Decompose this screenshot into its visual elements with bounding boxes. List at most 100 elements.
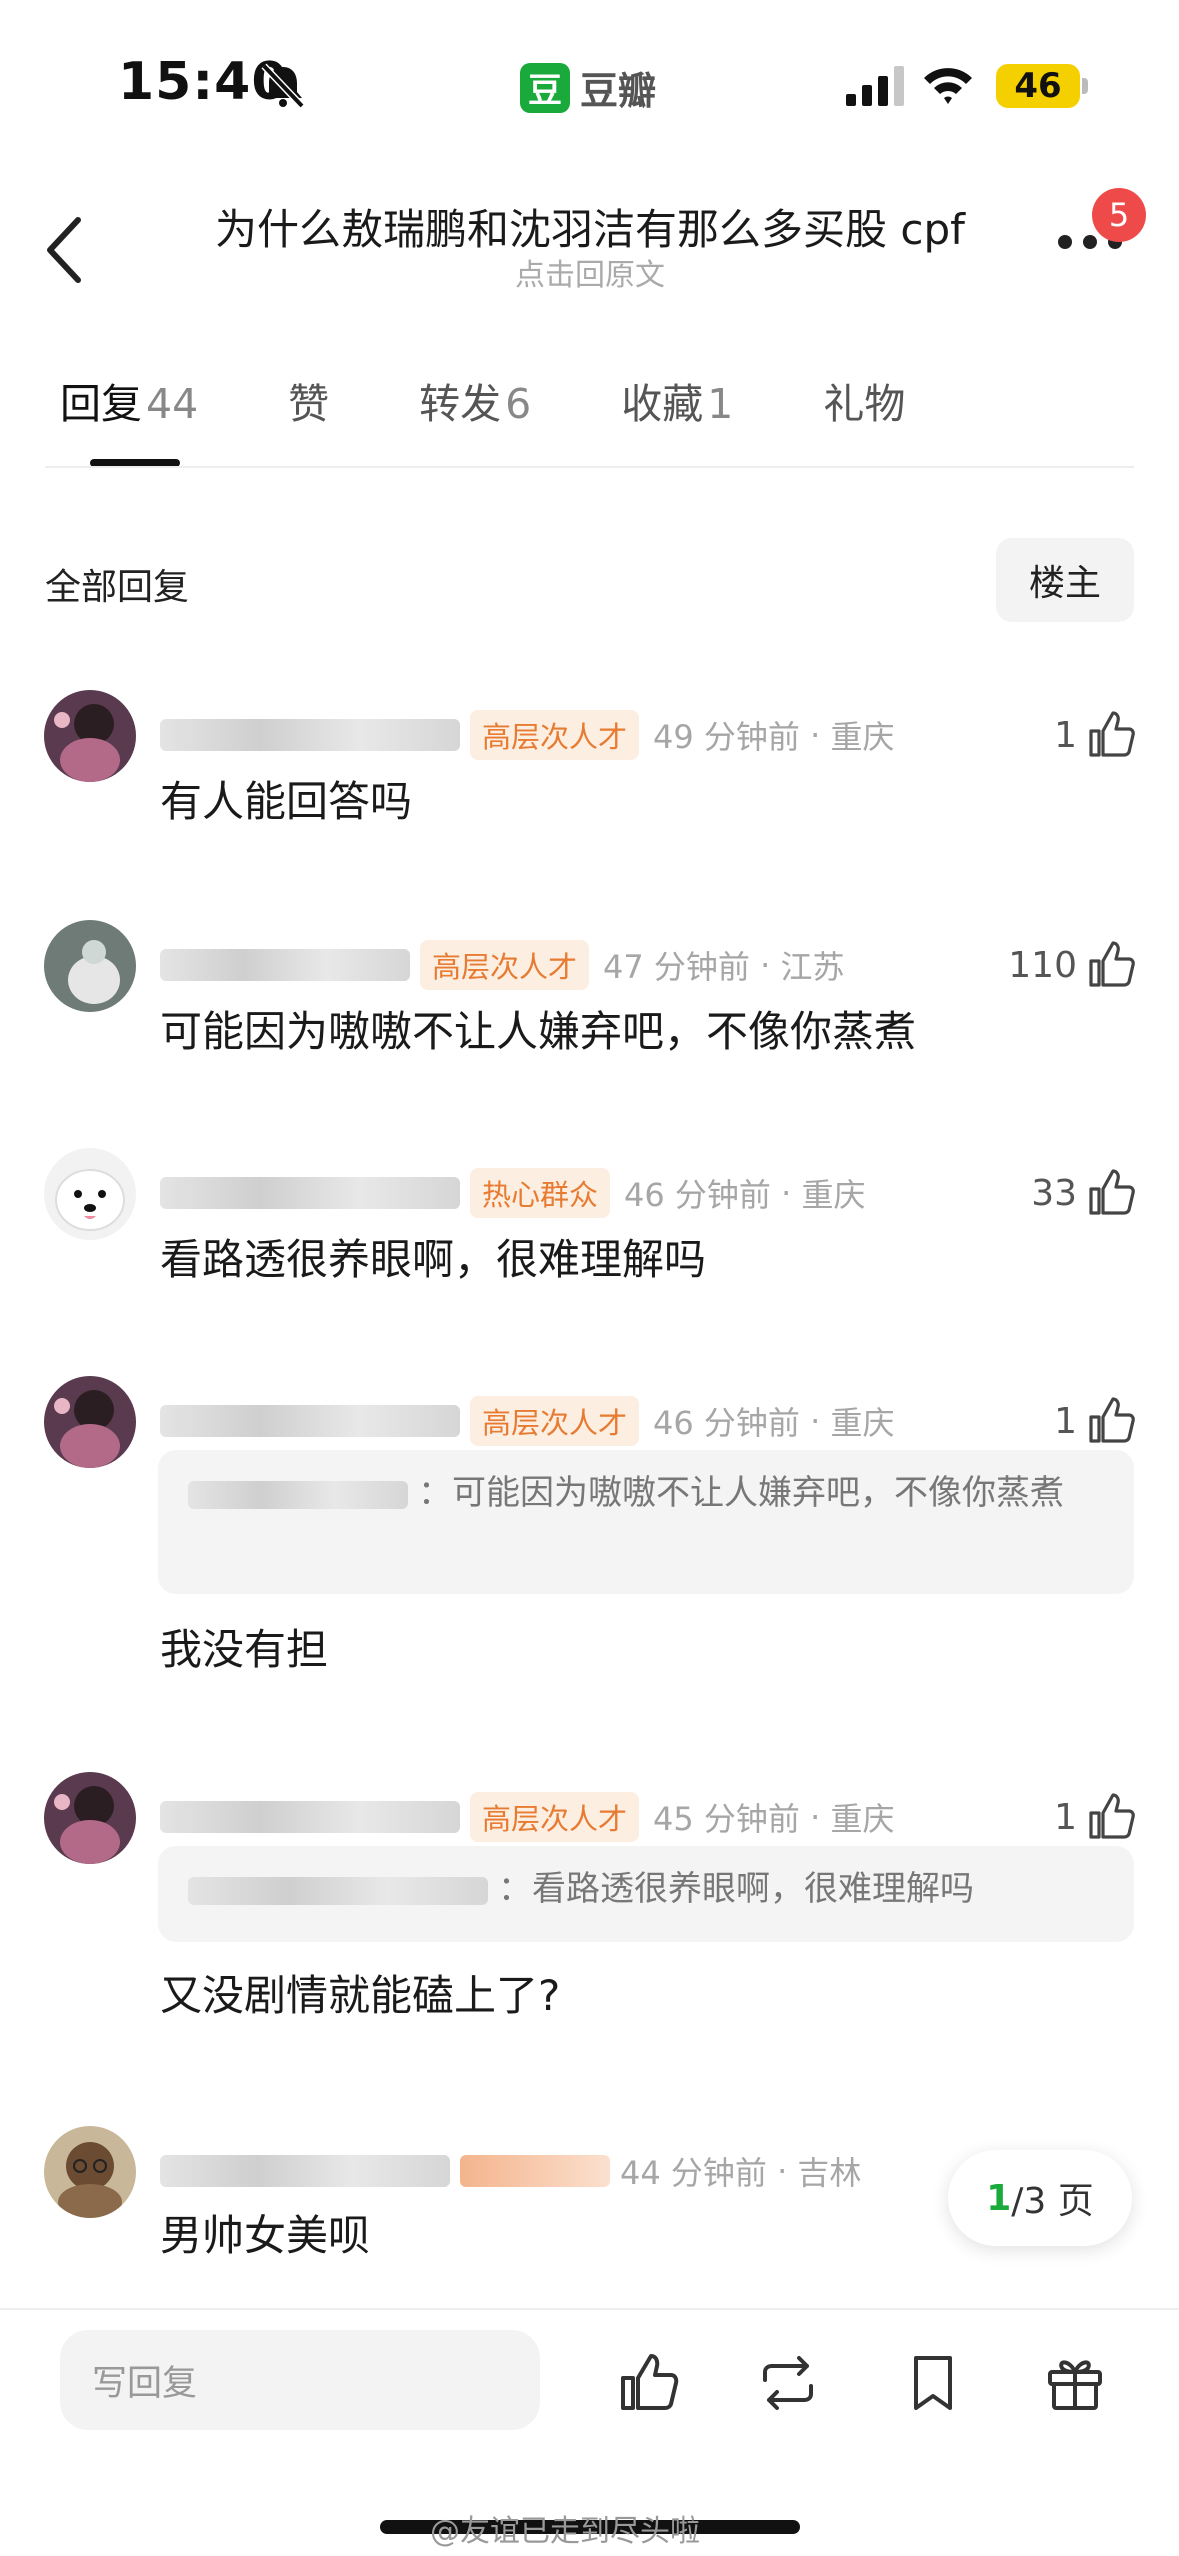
comment-item: 高层次人才 49 分钟前 · 重庆 1 有人能回答吗 xyxy=(0,690,1179,830)
separator: · xyxy=(799,1402,831,1440)
comment-meta: 高层次人才 49 分钟前 · 重庆 xyxy=(160,710,894,760)
like-count: 1 xyxy=(1054,1796,1077,1838)
user-avatar[interactable] xyxy=(44,1772,136,1864)
page-indicator[interactable]: 1/3 页 xyxy=(948,2150,1132,2246)
redacted-username[interactable] xyxy=(160,719,460,751)
like-control[interactable]: 1 xyxy=(1054,1787,1137,1847)
comment-time: 44 分钟前 xyxy=(620,2154,767,2192)
thumbs-up-icon[interactable] xyxy=(1085,939,1137,991)
tabs-divider xyxy=(45,466,1134,468)
battery-cap xyxy=(1082,78,1088,94)
op-only-filter-button[interactable]: 楼主 xyxy=(996,538,1134,622)
status-bar: 15:40 豆 豆瓣 46 xyxy=(0,0,1179,170)
all-replies-heading: 全部回复 xyxy=(45,567,190,608)
comment-text: 可能因为嗷嗷不让人嫌弃吧，不像你蒸煮 xyxy=(160,1007,917,1056)
current-page: 1 xyxy=(986,2177,1012,2219)
like-control[interactable]: 110 xyxy=(1008,935,1137,995)
redacted-username[interactable] xyxy=(160,1801,460,1833)
comment-location: 重庆 xyxy=(801,1176,866,1214)
like-control[interactable]: 1 xyxy=(1054,705,1137,765)
user-tag: 高层次人才 xyxy=(470,1396,640,1446)
like-post-icon[interactable] xyxy=(615,2350,681,2416)
back-arrow-icon[interactable] xyxy=(40,210,90,290)
like-count: 1 xyxy=(1054,714,1077,756)
total-pages: /3 页 xyxy=(1011,2181,1094,2222)
comment-text: 又没剧情就能磕上了? xyxy=(160,1971,561,2020)
user-avatar[interactable] xyxy=(44,1376,136,1468)
user-tag: 高层次人才 xyxy=(470,710,640,760)
like-count: 110 xyxy=(1008,944,1077,986)
quoted-text: ：可能因为嗷嗷不让人嫌弃吧，不像你蒸煮 xyxy=(418,1473,1064,1513)
repost-icon[interactable] xyxy=(755,2350,821,2416)
like-control[interactable]: 33 xyxy=(1031,1163,1137,1223)
user-avatar[interactable] xyxy=(44,920,136,1012)
comment-meta: 高层次人才 46 分钟前 · 重庆 xyxy=(160,1396,894,1446)
like-count: 1 xyxy=(1054,1400,1077,1442)
reply-input[interactable]: 写回复 xyxy=(60,2330,540,2430)
redacted-username[interactable] xyxy=(160,2155,450,2187)
user-avatar[interactable] xyxy=(44,2126,136,2218)
tab-count: 6 xyxy=(505,380,532,428)
user-tag: 高层次人才 xyxy=(420,940,590,990)
tab-gifts[interactable]: 礼物 xyxy=(823,370,905,430)
comment-text: 有人能回答吗 xyxy=(160,777,413,826)
tab-replies[interactable]: 回复44 xyxy=(60,370,198,430)
gift-icon[interactable] xyxy=(1042,2350,1108,2416)
redacted-quoted-username xyxy=(188,1480,408,1509)
comment-meta: 高层次人才 45 分钟前 · 重庆 xyxy=(160,1792,894,1842)
weibo-watermark: @友谊已走到尽头啦 xyxy=(430,2514,700,2549)
separator: · xyxy=(770,1174,802,1212)
like-count: 33 xyxy=(1031,1172,1077,1214)
notification-badge: 5 xyxy=(1092,188,1146,242)
comment-time: 47 分钟前 xyxy=(603,948,750,986)
comment-meta: 44 分钟前 · 吉林 xyxy=(160,2146,861,2196)
tab-reposts[interactable]: 转发6 xyxy=(419,370,531,430)
quoted-reply[interactable]: ：可能因为嗷嗷不让人嫌弃吧，不像你蒸煮 xyxy=(158,1450,1134,1594)
comment-time: 46 分钟前 xyxy=(624,1176,771,1214)
tab-count: 44 xyxy=(146,380,199,428)
post-tabs: 回复44 赞 转发6 收藏1 礼物 xyxy=(60,360,995,440)
douban-logo-icon: 豆 xyxy=(520,62,570,113)
tab-label: 赞 xyxy=(288,380,330,428)
comment-location: 重庆 xyxy=(830,718,895,756)
comment-time: 45 分钟前 xyxy=(653,1800,800,1838)
thumbs-up-icon[interactable] xyxy=(1085,1167,1137,1219)
comment-time: 46 分钟前 xyxy=(653,1404,800,1442)
redacted-username[interactable] xyxy=(160,1405,460,1437)
tab-likes[interactable]: 赞 xyxy=(288,370,329,430)
tab-label: 礼物 xyxy=(823,380,906,428)
back-to-original-link[interactable]: 点击回原文 xyxy=(150,250,1030,294)
comment-location: 吉林 xyxy=(797,2154,862,2192)
thumbs-up-icon[interactable] xyxy=(1085,709,1137,761)
bookmark-icon[interactable] xyxy=(900,2350,966,2416)
tab-label: 收藏 xyxy=(621,380,704,428)
comment-location: 重庆 xyxy=(830,1404,895,1442)
redacted-quoted-username xyxy=(188,1876,488,1905)
comment-item: 高层次人才 46 分钟前 · 重庆 1 ：可能因为嗷嗷不让人嫌弃吧，不像你蒸煮 … xyxy=(0,1376,1179,1686)
comment-time: 49 分钟前 xyxy=(653,718,800,756)
tab-label: 回复 xyxy=(60,380,142,428)
app-name: 豆瓣 xyxy=(580,69,657,113)
user-tag: 高层次人才 xyxy=(470,1792,640,1842)
thumbs-up-icon[interactable] xyxy=(1085,1791,1137,1843)
quoted-reply[interactable]: ：看路透很养眼啊，很难理解吗 xyxy=(158,1846,1134,1942)
thumbs-up-icon[interactable] xyxy=(1085,1395,1137,1447)
comment-item: 高层次人才 45 分钟前 · 重庆 1 ：看路透很养眼啊，很难理解吗 又没剧情就… xyxy=(0,1772,1179,2032)
tab-collections[interactable]: 收藏1 xyxy=(621,370,733,430)
user-avatar[interactable] xyxy=(44,690,136,782)
battery-level: 46 xyxy=(996,64,1080,108)
like-control[interactable]: 1 xyxy=(1054,1391,1137,1451)
user-avatar[interactable] xyxy=(44,1148,136,1240)
post-title[interactable]: 为什么敖瑞鹏和沈羽洁有那么多买股 cpf xyxy=(150,196,1030,257)
comment-text: 看路透很养眼啊，很难理解吗 xyxy=(160,1235,707,1284)
comment-meta: 热心群众 46 分钟前 · 重庆 xyxy=(160,1168,865,1218)
separator: · xyxy=(799,1798,831,1836)
redacted-username[interactable] xyxy=(160,1177,460,1209)
redacted-username[interactable] xyxy=(160,949,410,981)
comment-meta: 高层次人才 47 分钟前 · 江苏 xyxy=(160,940,844,990)
redacted-user-tag xyxy=(460,2155,610,2187)
bell-muted-icon xyxy=(261,63,305,108)
comment-text: 我没有担 xyxy=(160,1625,329,1674)
comment-location: 重庆 xyxy=(830,1800,895,1838)
comment-text: 男帅女美呗 xyxy=(160,2211,371,2260)
